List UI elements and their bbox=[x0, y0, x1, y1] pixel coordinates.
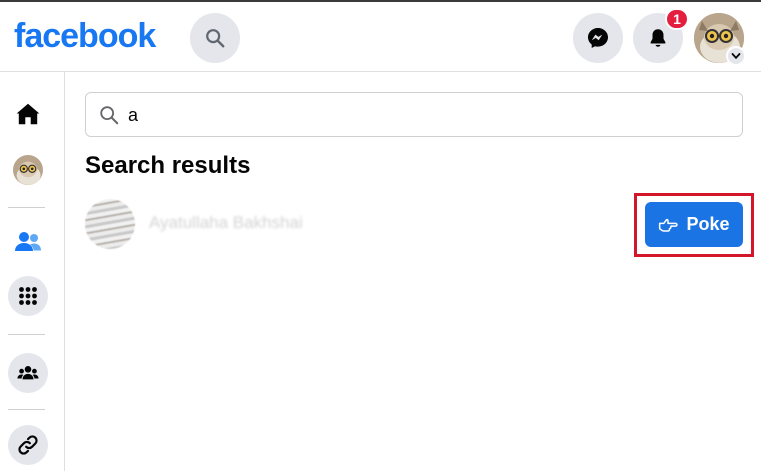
search-input[interactable] bbox=[128, 101, 728, 129]
search-input-container[interactable] bbox=[85, 92, 743, 137]
messenger-button[interactable] bbox=[573, 13, 623, 63]
sidebar-item-link[interactable] bbox=[8, 425, 48, 465]
left-sidebar bbox=[0, 72, 65, 471]
profile-avatar-icon bbox=[13, 155, 43, 185]
sidebar-divider bbox=[8, 334, 45, 335]
top-navigation-bar: facebook 1 bbox=[0, 0, 761, 72]
account-menu-button[interactable] bbox=[726, 46, 746, 66]
poke-button-label: Poke bbox=[686, 214, 730, 234]
search-button[interactable] bbox=[190, 13, 240, 63]
bell-icon bbox=[650, 29, 666, 47]
search-results-heading: Search results bbox=[85, 152, 251, 179]
sidebar-item-home[interactable] bbox=[8, 94, 48, 134]
sidebar-item-groups[interactable] bbox=[8, 353, 48, 393]
sidebar-item-menu[interactable] bbox=[8, 276, 48, 316]
link-icon bbox=[18, 435, 38, 455]
notification-badge: 1 bbox=[665, 8, 689, 30]
sidebar-divider bbox=[8, 207, 45, 208]
chevron-down-icon bbox=[731, 53, 741, 60]
home-icon bbox=[16, 103, 40, 125]
sidebar-item-profile[interactable] bbox=[8, 150, 48, 190]
friends-icon bbox=[15, 232, 41, 251]
sidebar-divider bbox=[8, 409, 45, 410]
result-name[interactable]: Ayatullaha Bakhshai bbox=[149, 213, 303, 233]
facebook-logo[interactable]: facebook bbox=[14, 17, 156, 56]
messenger-icon bbox=[588, 28, 608, 48]
sidebar-item-friends[interactable] bbox=[8, 222, 48, 262]
result-avatar[interactable] bbox=[85, 199, 135, 249]
groups-icon bbox=[17, 366, 39, 380]
poke-button[interactable]: Poke bbox=[645, 202, 743, 247]
search-icon bbox=[100, 106, 119, 125]
apps-grid-icon bbox=[19, 287, 37, 305]
search-icon bbox=[206, 29, 225, 48]
poke-hand-icon bbox=[659, 218, 679, 232]
